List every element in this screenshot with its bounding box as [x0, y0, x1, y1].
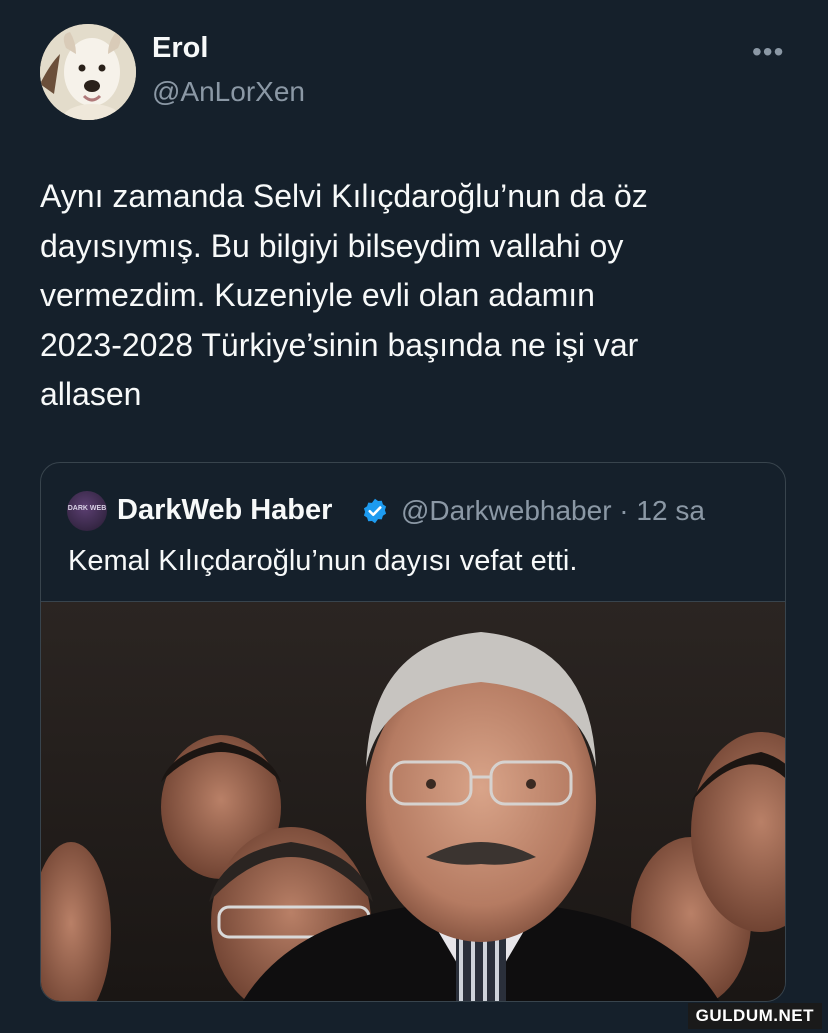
news-photo — [41, 602, 785, 1001]
quoted-tweet-card[interactable]: DARK WEB DarkWeb Haber @Darkwebhaber · 1… — [40, 462, 786, 1002]
quoted-author-name[interactable]: DarkWeb Haber — [117, 494, 332, 527]
tweet-text-line: 2023-2028 Türkiye’sinin başında ne işi v… — [40, 326, 639, 363]
more-options-icon[interactable]: ••• — [752, 38, 784, 66]
quoted-tweet-photo[interactable] — [41, 601, 785, 1001]
dog-avatar-icon — [40, 24, 136, 120]
verified-badge-icon — [363, 498, 387, 524]
quoted-tweet-text: Kemal Kılıçdaroğlu’nun dayısı vefat etti… — [68, 545, 578, 577]
quoted-author-avatar[interactable]: DARK WEB — [67, 491, 107, 531]
author-display-name[interactable]: Erol — [152, 32, 208, 65]
tweet-text-line: dayısıymış. Bu bilgiyi bilseydim vallahi… — [40, 227, 624, 264]
tweet-text-line: allasen — [40, 376, 142, 412]
quoted-author-handle-time[interactable]: @Darkwebhaber · 12 sa — [401, 495, 705, 527]
author-handle[interactable]: @AnLorXen — [152, 76, 305, 108]
author-avatar[interactable] — [40, 24, 136, 120]
watermark: GULDUM.NET — [687, 1003, 822, 1029]
tweet-text-line: Aynı zamanda Selvi Kılıçdaroğlu’nun da ö… — [40, 178, 648, 214]
tweet-text-line: vermezdim. Kuzeniyle evli olan adamın — [40, 277, 595, 313]
quoted-avatar-text: DARK WEB — [67, 505, 107, 512]
tweet-text: Aynı zamanda Selvi Kılıçdaroğlu’nun da ö… — [40, 172, 800, 420]
